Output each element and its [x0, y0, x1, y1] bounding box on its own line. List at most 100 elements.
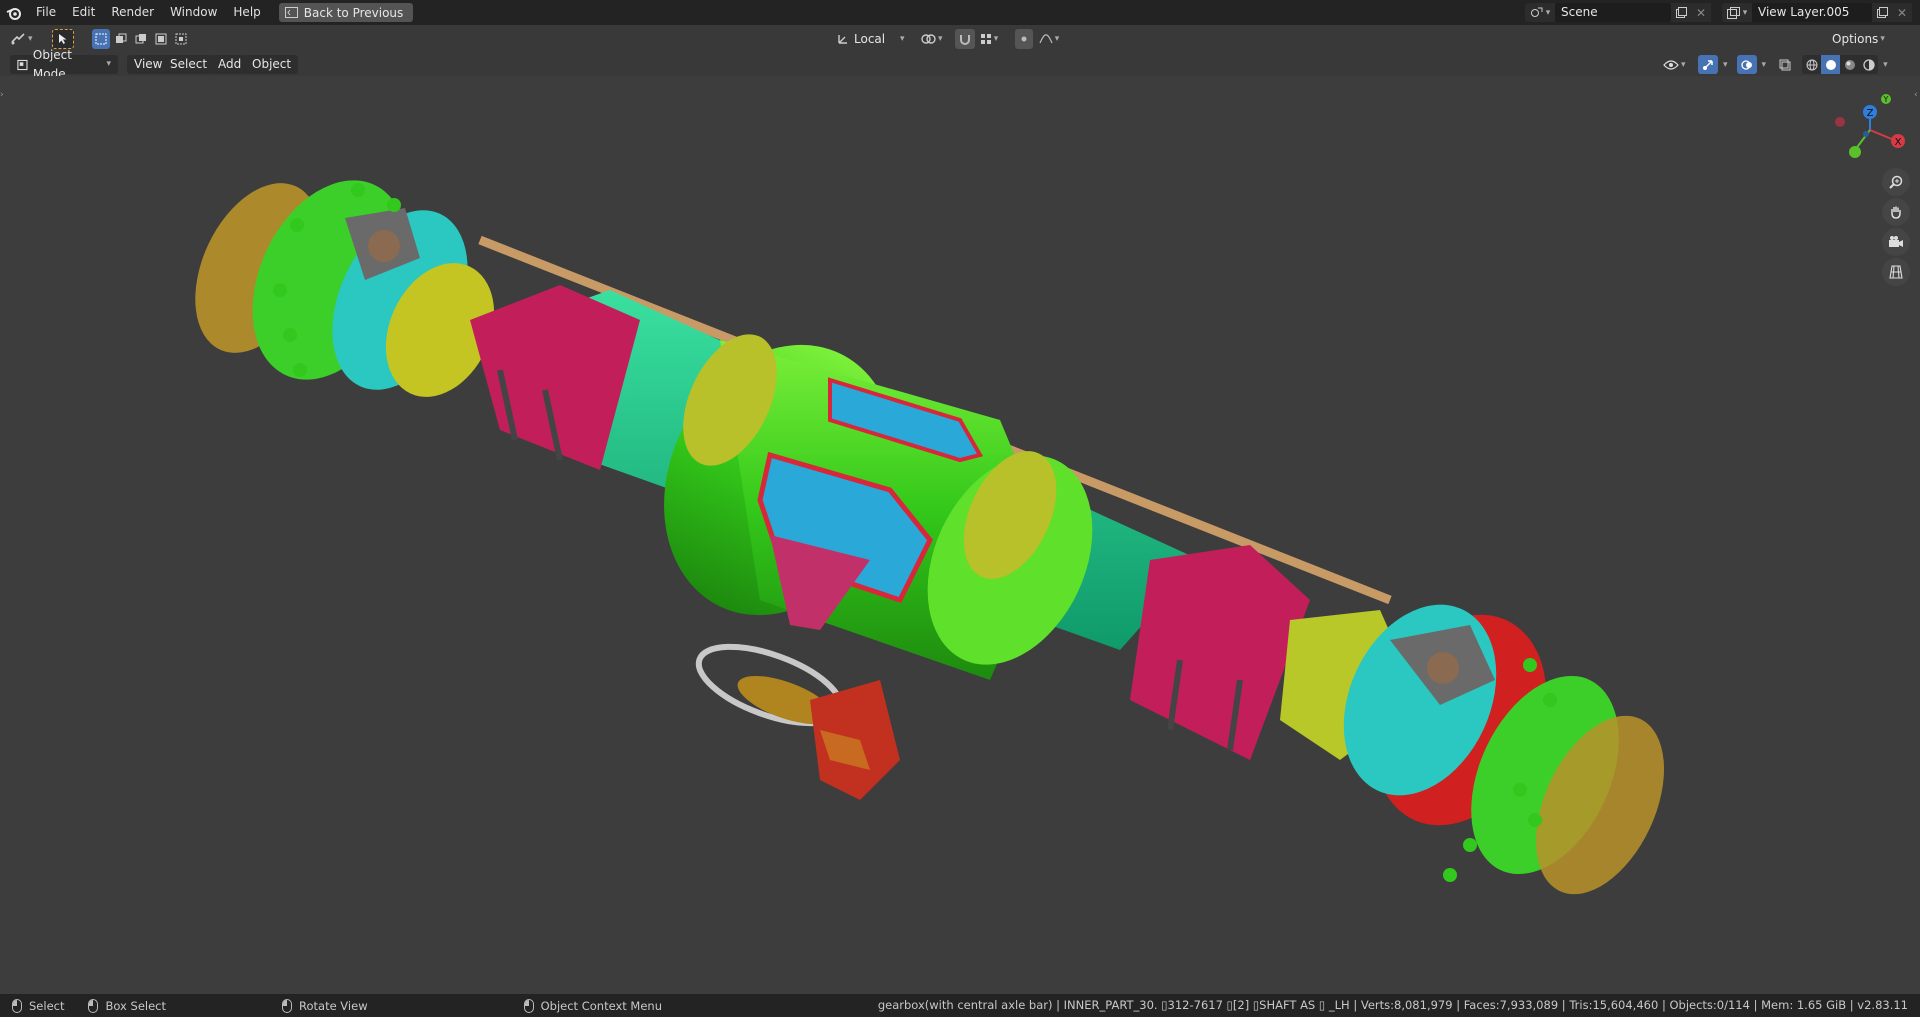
duplicate-icon — [1675, 7, 1687, 18]
middle-mouse-icon — [282, 998, 292, 1013]
visibility-dropdown[interactable]: ▾ — [1663, 59, 1695, 71]
left-mouse-icon — [12, 998, 22, 1013]
menu-help[interactable]: Help — [225, 0, 268, 25]
view-layer-browse-button[interactable]: ▾ — [1722, 3, 1752, 22]
status-select-label: Select — [29, 998, 65, 1013]
gizmo-icon — [1703, 59, 1713, 70]
rendered-shading-icon[interactable] — [1859, 55, 1878, 74]
shading-mode-group — [1802, 55, 1879, 74]
z-axis-label: Z — [1867, 108, 1874, 119]
pan-view-button[interactable] — [1882, 198, 1910, 226]
3d-viewport-icon — [11, 33, 25, 45]
status-select: Select — [0, 998, 65, 1013]
screen-icon — [284, 7, 298, 18]
overlays-toggle-button[interactable] — [1736, 55, 1757, 74]
drag-mouse-icon — [88, 998, 99, 1013]
overlays-dropdown-chevron-icon[interactable]: ▾ — [1762, 60, 1767, 70]
select-invert-icon[interactable] — [152, 29, 170, 49]
blender-logo-icon[interactable] — [0, 0, 28, 25]
tool-settings-bar: ▾ Local ▾ ▾ ▾ ▾ Options ▾ — [0, 25, 1920, 52]
scene-icon — [1530, 7, 1543, 17]
orientation-axes-icon — [838, 35, 847, 44]
menu-render[interactable]: Render — [103, 0, 162, 25]
material-shading-icon[interactable] — [1840, 55, 1859, 74]
status-rotate-view: Rotate View — [270, 998, 368, 1013]
top-menu-bar: File Edit Render Window Help Back to Pre… — [0, 0, 1920, 25]
options-dropdown[interactable]: Options ▾ — [1832, 29, 1885, 49]
transform-orientation-dropdown[interactable]: Local ▾ — [836, 29, 905, 49]
view-layer-icon — [1726, 6, 1740, 19]
back-to-previous-label: Back to Previous — [303, 5, 404, 20]
select-extend-icon[interactable] — [112, 29, 130, 49]
shading-dropdown-chevron-icon[interactable]: ▾ — [1883, 60, 1888, 70]
scene-browse-button[interactable]: ▾ — [1525, 3, 1555, 22]
new-scene-button[interactable] — [1671, 3, 1691, 22]
delete-view-layer-button[interactable]: ✕ — [1892, 3, 1912, 22]
scene-selector: ▾ Scene ✕ — [1525, 3, 1711, 22]
menu-window[interactable]: Window — [162, 0, 225, 25]
zoom-magnifier-icon — [1889, 175, 1903, 189]
neg-z-axis-icon[interactable] — [1863, 131, 1869, 137]
snap-group: ▾ — [955, 29, 1000, 49]
select-intersect-icon[interactable] — [172, 29, 190, 49]
object-mode-icon — [17, 59, 28, 70]
viewport-menu-select[interactable]: Select — [163, 55, 215, 74]
delete-scene-button[interactable]: ✕ — [1691, 3, 1711, 22]
zoom-view-button[interactable] — [1882, 168, 1910, 196]
status-box-select: Box Select — [76, 998, 166, 1013]
right-mouse-icon — [523, 998, 534, 1013]
falloff-curve-icon[interactable]: ▾ — [1037, 29, 1061, 49]
view-layer-selector: ▾ View Layer.005 ✕ — [1722, 3, 1912, 22]
toggle-perspective-button[interactable] — [1882, 258, 1910, 286]
selection-mode-group — [92, 29, 190, 49]
gizmo-toggle-button[interactable] — [1698, 55, 1718, 74]
solid-shading-icon[interactable] — [1821, 55, 1841, 74]
scene-name-field[interactable]: Scene — [1555, 3, 1671, 22]
status-rotate-view-label: Rotate View — [299, 998, 368, 1013]
object-mode-dropdown[interactable]: Object Mode ▾ — [10, 48, 118, 81]
neg-x-axis-icon[interactable] — [1835, 117, 1845, 127]
viewport-display-controls: ▾ ▾ ▾ ▾ — [1663, 55, 1888, 74]
proportional-editing-group: ▾ — [1015, 29, 1061, 49]
sidebar-expand-arrow-icon[interactable]: ‹ — [1914, 90, 1920, 104]
toolbar-expand-arrow-icon[interactable]: › — [0, 90, 6, 104]
xray-icon — [1779, 59, 1791, 70]
status-box-select-label: Box Select — [105, 998, 166, 1013]
editor-type-button[interactable]: ▾ — [10, 29, 33, 49]
viewport-menu-add[interactable]: Add — [211, 55, 249, 74]
gizmo-dropdown-chevron-icon[interactable]: ▾ — [1723, 60, 1728, 70]
status-context-menu-label: Object Context Menu — [540, 998, 662, 1013]
navigation-gizmo[interactable]: Z X Y — [1830, 90, 1910, 170]
wireframe-shading-icon[interactable] — [1802, 55, 1821, 74]
camera-view-button[interactable] — [1882, 228, 1910, 256]
proportional-edit-icon[interactable] — [1015, 29, 1033, 49]
gearbox-model — [195, 180, 1665, 895]
back-to-previous-button[interactable]: Back to Previous — [278, 3, 414, 22]
pivot-point-dropdown[interactable]: ▾ — [920, 29, 943, 49]
select-subtract-icon[interactable] — [132, 29, 150, 49]
y-axis-label: Y — [1883, 95, 1889, 104]
scene-statistics: gearbox(with central axle bar) | INNER_P… — [877, 998, 1908, 1012]
overlays-icon — [1740, 59, 1752, 70]
menu-file[interactable]: File — [28, 0, 64, 25]
options-label: Options — [1832, 32, 1879, 46]
neg-y-axis-icon[interactable] — [1849, 146, 1861, 158]
transform-orientation-label: Local — [854, 32, 886, 46]
duplicate-icon — [1876, 7, 1888, 18]
viewport-header: Object Mode ▾ View Select Add Object ▾ ▾ … — [0, 48, 1920, 81]
status-context-menu: Object Context Menu — [512, 998, 662, 1013]
hand-icon — [1891, 206, 1901, 219]
grid-perspective-icon — [1889, 265, 1903, 279]
view-layer-name-field[interactable]: View Layer.005 — [1752, 3, 1872, 22]
snap-increment-icon[interactable]: ▾ — [978, 29, 1000, 49]
pivot-icon — [921, 34, 936, 44]
magnet-icon[interactable] — [955, 29, 975, 49]
x-axis-label: X — [1895, 137, 1902, 148]
new-view-layer-button[interactable] — [1872, 3, 1892, 22]
close-icon: ✕ — [1896, 5, 1908, 20]
camera-icon — [1889, 236, 1903, 247]
menu-edit[interactable]: Edit — [64, 0, 103, 25]
viewport-menu-object[interactable]: Object — [245, 55, 299, 74]
xray-toggle-button[interactable] — [1775, 55, 1795, 74]
3d-viewport[interactable]: Z X Y › ‹ — [0, 76, 1920, 994]
